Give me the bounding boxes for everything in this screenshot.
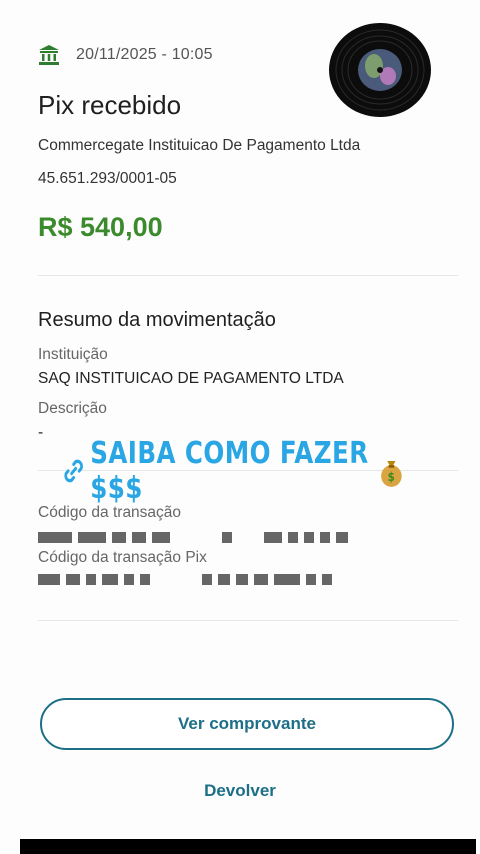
pix-code-label: Código da transação Pix bbox=[38, 549, 207, 566]
description-value: - bbox=[38, 424, 44, 441]
transaction-datetime: 20/11/2025 - 10:05 bbox=[76, 46, 213, 63]
transaction-code-redacted bbox=[38, 532, 348, 543]
refund-button[interactable]: Devolver bbox=[0, 781, 480, 801]
payer-document: 45.651.293/0001-05 bbox=[38, 170, 177, 187]
institution-label: Instituição bbox=[38, 346, 108, 363]
summary-title: Resumo da movimentação bbox=[38, 309, 276, 331]
view-receipt-button[interactable]: Ver comprovante bbox=[40, 698, 454, 750]
payer-name: Commercegate Instituicao De Pagamento Lt… bbox=[38, 137, 361, 154]
promo-overlay: SAIBA COMO FAZER $$$ $ bbox=[62, 436, 405, 506]
page-title: Pix recebido bbox=[38, 90, 182, 120]
description-label: Descrição bbox=[38, 400, 107, 417]
transaction-amount: R$ 540,00 bbox=[38, 212, 163, 242]
svg-text:$: $ bbox=[387, 469, 394, 484]
divider bbox=[38, 275, 458, 276]
link-icon bbox=[64, 459, 83, 483]
vinyl-record-icon bbox=[329, 23, 431, 117]
divider bbox=[38, 620, 458, 621]
money-bag-icon: $ bbox=[380, 460, 402, 487]
bank-icon bbox=[39, 45, 59, 65]
transaction-code-label: Código da transação bbox=[38, 504, 182, 521]
bottom-bar bbox=[20, 839, 476, 854]
promo-text: SAIBA COMO FAZER $$$ bbox=[90, 436, 369, 506]
header-row: 20/11/2025 - 10:05 bbox=[38, 44, 213, 66]
pix-code-redacted bbox=[38, 574, 332, 585]
institution-value: SAQ INSTITUICAO DE PAGAMENTO LTDA bbox=[38, 370, 344, 387]
